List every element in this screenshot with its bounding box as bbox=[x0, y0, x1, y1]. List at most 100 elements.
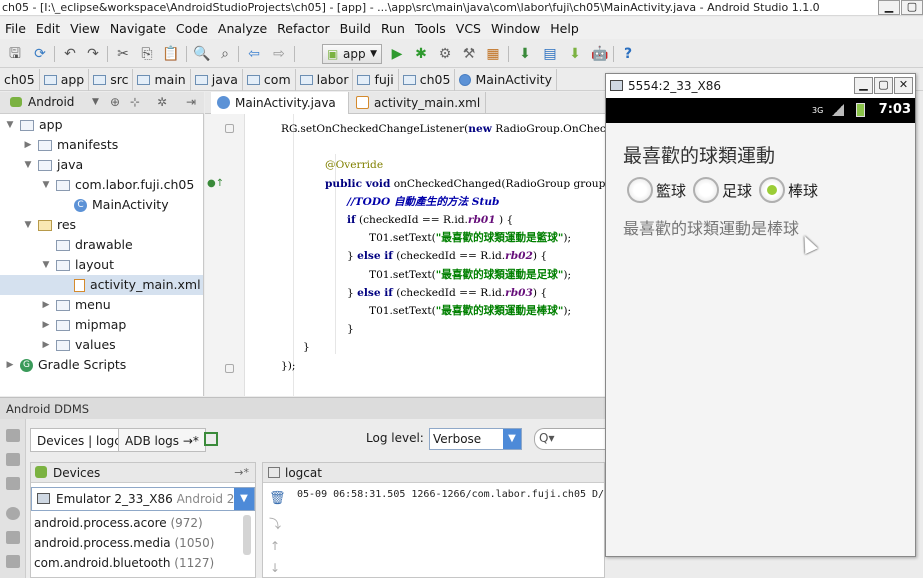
breadcrumb-item[interactable]: java bbox=[191, 68, 243, 91]
run-config-select[interactable]: ▣ app ▼ bbox=[322, 44, 382, 64]
menu-refactor[interactable]: Refactor bbox=[272, 21, 334, 36]
chevron-down-icon[interactable]: ▼ bbox=[40, 255, 52, 275]
chevron-down-icon[interactable]: ▼ bbox=[40, 175, 52, 195]
tree-item[interactable]: ▼ com.labor.fuji.ch05 bbox=[0, 175, 203, 195]
tree-item[interactable]: ▶ menu bbox=[0, 295, 203, 315]
menu-help[interactable]: Help bbox=[545, 21, 584, 36]
camera-icon[interactable] bbox=[6, 429, 20, 442]
run-icon[interactable]: ▶ bbox=[388, 45, 406, 63]
process-item[interactable]: com.android.bluetooth (1127) bbox=[34, 553, 214, 573]
minimize-button[interactable]: ▁ bbox=[878, 0, 900, 15]
forward-icon[interactable]: ⇨ bbox=[270, 45, 288, 63]
code-editor[interactable]: RG.setOnCheckedChangeListener(new RadioG… bbox=[245, 114, 605, 396]
breadcrumb-item[interactable]: main bbox=[133, 68, 191, 91]
tab-mainactivity[interactable]: MainActivity.java ✕ bbox=[211, 92, 349, 132]
breadcrumb-item[interactable]: fuji bbox=[353, 68, 399, 91]
build-icon[interactable]: ⚒ bbox=[460, 45, 478, 63]
chevron-down-icon[interactable]: ▼ bbox=[22, 155, 34, 175]
target-icon[interactable]: ⊕ bbox=[110, 95, 120, 109]
menu-build[interactable]: Build bbox=[335, 21, 376, 36]
breadcrumb-item[interactable]: src bbox=[89, 68, 134, 91]
save-icon[interactable]: 🖫 bbox=[6, 45, 24, 63]
copy-icon[interactable]: ⎘ bbox=[138, 45, 156, 63]
log-level-select[interactable]: Verbose ▼ bbox=[429, 428, 522, 450]
collapse-icon[interactable]: ⊹ bbox=[130, 95, 140, 109]
project-view-mode[interactable]: Android bbox=[28, 95, 74, 109]
chevron-right-icon[interactable]: ▶ bbox=[40, 315, 52, 335]
tree-item[interactable]: ▼ layout bbox=[0, 255, 203, 275]
menu-file[interactable]: File bbox=[0, 21, 31, 36]
process-item[interactable]: android.process.acore (972) bbox=[34, 513, 203, 533]
hide-panel-icon[interactable]: ⇥ bbox=[186, 95, 196, 109]
tree-item[interactable]: ▼ app bbox=[0, 115, 203, 135]
sync-gradle-icon[interactable]: ⬇ bbox=[516, 45, 534, 63]
tree-item[interactable]: ▼ res bbox=[0, 215, 203, 235]
fold-icon[interactable] bbox=[225, 124, 234, 133]
cut-icon[interactable]: ✂ bbox=[114, 45, 132, 63]
chevron-right-icon[interactable]: ▶ bbox=[4, 355, 16, 375]
breadcrumb-item[interactable]: ch05 bbox=[0, 68, 40, 91]
tab-activity-main[interactable]: activity_main.xml ✕ bbox=[350, 92, 486, 132]
chevron-right-icon[interactable]: ▶ bbox=[40, 335, 52, 355]
menu-navigate[interactable]: Navigate bbox=[105, 21, 171, 36]
undo-icon[interactable]: ↶ bbox=[61, 45, 79, 63]
device-select[interactable]: Emulator 2_33_X86 Android 2.3.7 ▼ bbox=[31, 487, 255, 511]
chevron-right-icon[interactable]: ▶ bbox=[40, 295, 52, 315]
minimize-button[interactable]: ▁ bbox=[854, 77, 873, 94]
debug-icon[interactable]: ✱ bbox=[412, 45, 430, 63]
trash-icon[interactable]: 🗑 bbox=[269, 491, 286, 506]
menu-code[interactable]: Code bbox=[171, 21, 213, 36]
heap-icon[interactable] bbox=[6, 555, 20, 568]
up-arrow-icon[interactable]: ↑ bbox=[270, 539, 280, 553]
breadcrumb-item[interactable]: com bbox=[243, 68, 296, 91]
restart-icon[interactable] bbox=[204, 432, 218, 446]
gear-icon[interactable]: ✲ bbox=[157, 95, 167, 109]
wrap-icon[interactable]: ⤵ bbox=[269, 515, 281, 532]
chevron-right-icon[interactable]: ▶ bbox=[22, 135, 34, 155]
tree-item[interactable]: ▶ values bbox=[0, 335, 203, 355]
tree-item[interactable]: ▶ G Gradle Scripts bbox=[0, 355, 203, 375]
breadcrumb-item[interactable]: ch05 bbox=[399, 68, 456, 91]
radio-football[interactable]: 足球 bbox=[693, 177, 752, 203]
tree-item[interactable]: activity_main.xml bbox=[0, 275, 203, 295]
help-icon[interactable]: ? bbox=[619, 45, 637, 63]
chevron-down-icon[interactable]: ▼ bbox=[22, 215, 34, 235]
android-monitor-icon[interactable]: 🤖 bbox=[591, 45, 609, 63]
sync-icon[interactable]: ⟳ bbox=[31, 45, 49, 63]
radio-baseball[interactable]: 棒球 bbox=[759, 177, 818, 203]
menu-analyze[interactable]: Analyze bbox=[213, 21, 272, 36]
tree-item[interactable]: ▶ manifests bbox=[0, 135, 203, 155]
maximize-button[interactable]: ▢ bbox=[874, 77, 893, 94]
down-arrow-icon[interactable]: ↓ bbox=[270, 561, 280, 575]
breadcrumb-item[interactable]: app bbox=[40, 68, 90, 91]
breadcrumb-item[interactable]: labor bbox=[296, 68, 354, 91]
scrollbar[interactable] bbox=[243, 515, 251, 555]
menu-vcs[interactable]: VCS bbox=[451, 21, 486, 36]
process-item[interactable]: android.process.media (1050) bbox=[34, 533, 214, 553]
tab-adb-logs[interactable]: ADB logs →* bbox=[118, 428, 206, 452]
menu-edit[interactable]: Edit bbox=[31, 21, 65, 36]
redo-icon[interactable]: ↷ bbox=[84, 45, 102, 63]
attach-icon[interactable]: ⚙ bbox=[436, 45, 454, 63]
maximize-button[interactable]: ▢ bbox=[901, 0, 923, 15]
chevron-down-icon[interactable]: ▼ bbox=[92, 97, 99, 107]
back-icon[interactable]: ⇦ bbox=[245, 45, 263, 63]
tree-item[interactable]: ▼ java bbox=[0, 155, 203, 175]
tree-item[interactable]: C MainActivity bbox=[0, 195, 203, 215]
menu-run[interactable]: Run bbox=[376, 21, 410, 36]
paste-icon[interactable]: 📋 bbox=[162, 45, 180, 63]
radio-basketball[interactable]: 籃球 bbox=[627, 177, 686, 203]
avd-icon[interactable]: ▤ bbox=[541, 45, 559, 63]
log-search-input[interactable]: Q▾ bbox=[534, 428, 605, 450]
fold-icon[interactable] bbox=[225, 364, 234, 373]
menu-view[interactable]: View bbox=[65, 21, 105, 36]
sdk-icon[interactable]: ⬇ bbox=[566, 45, 584, 63]
override-marker-icon[interactable]: ●↑ bbox=[207, 178, 224, 189]
structure-icon[interactable]: ▦ bbox=[484, 45, 502, 63]
stop-icon[interactable] bbox=[6, 507, 20, 520]
menu-window[interactable]: Window bbox=[486, 21, 545, 36]
settings-icon[interactable] bbox=[6, 531, 20, 544]
hide-panel-icon[interactable]: →* bbox=[234, 463, 249, 483]
menu-tools[interactable]: Tools bbox=[410, 21, 451, 36]
chevron-down-icon[interactable]: ▼ bbox=[4, 115, 16, 135]
